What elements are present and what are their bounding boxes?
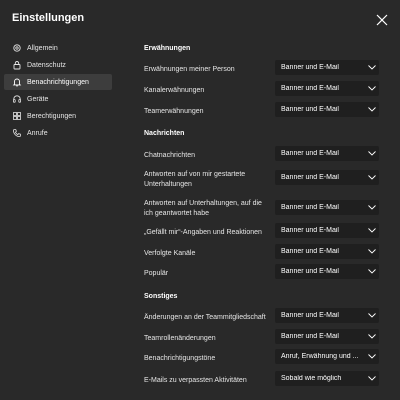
setting-label: Antworten auf Unterhaltungen, auf die ic… xyxy=(144,200,262,217)
dropdown-value: Banner und E-Mail xyxy=(281,227,339,234)
chevron-down-icon xyxy=(365,205,379,210)
lock-icon xyxy=(12,60,22,70)
setting-dropdown[interactable]: Banner und E-Mail xyxy=(275,200,379,215)
sidebar-item-label: Anrufe xyxy=(27,129,48,137)
sidebar-item-berechtigungen[interactable]: Berechtigungen xyxy=(4,108,112,124)
setting-label: Chatnachrichten xyxy=(144,152,195,159)
setting-label: „Gefällt mir“-Angaben und Reaktionen xyxy=(144,229,262,236)
close-icon[interactable] xyxy=(374,12,390,28)
gear-icon xyxy=(12,43,22,53)
section-title-mentions: Erwähnungen xyxy=(144,45,191,52)
chevron-down-icon xyxy=(365,313,379,318)
chevron-down-icon xyxy=(365,175,379,180)
sidebar: Allgemein Datenschutz Benachrichtigungen… xyxy=(4,40,112,142)
setting-dropdown[interactable]: Sobald wie möglich xyxy=(275,371,379,386)
settings-dialog: Einstellungen Allgemein Datenschutz Bena… xyxy=(0,0,400,400)
chevron-down-icon xyxy=(365,334,379,339)
setting-label: Kanalerwähnungen xyxy=(144,87,205,94)
setting-label: Verfolgte Kanäle xyxy=(144,250,196,257)
bell-icon xyxy=(12,77,22,87)
headset-icon xyxy=(12,94,22,104)
dropdown-value: Banner und E-Mail xyxy=(281,174,339,181)
dropdown-value: Banner und E-Mail xyxy=(281,312,339,319)
setting-label: Teamerwähnungen xyxy=(144,108,204,115)
sidebar-item-label: Geräte xyxy=(27,95,49,103)
setting-dropdown[interactable]: Anruf, Erwähnung und ... xyxy=(275,349,379,364)
setting-label: Antworten auf von mir gestartete Unterha… xyxy=(144,171,246,188)
dropdown-value: Banner und E-Mail xyxy=(281,333,339,340)
sidebar-item-label: Berechtigungen xyxy=(27,112,77,120)
chevron-down-icon xyxy=(365,269,379,274)
setting-label: E-Mails zu verpassten Aktivitäten xyxy=(144,377,247,384)
setting-dropdown[interactable]: Banner und E-Mail xyxy=(275,81,379,96)
chevron-down-icon xyxy=(365,86,379,91)
section-title-other: Sonstiges xyxy=(144,293,178,300)
setting-dropdown[interactable]: Banner und E-Mail xyxy=(275,170,379,185)
chevron-down-icon xyxy=(365,107,379,112)
sidebar-item-benachrichtigungen[interactable]: Benachrichtigungen xyxy=(4,74,112,90)
dialog-title: Einstellungen xyxy=(12,12,85,24)
sidebar-item-label: Datenschutz xyxy=(27,61,66,69)
chevron-down-icon xyxy=(365,249,379,254)
dropdown-value: Anruf, Erwähnung und ... xyxy=(281,353,359,360)
setting-label: Populär xyxy=(144,270,169,277)
setting-dropdown[interactable]: Banner und E-Mail xyxy=(275,60,379,75)
setting-dropdown[interactable]: Banner und E-Mail xyxy=(275,244,379,259)
sidebar-item-label: Benachrichtigungen xyxy=(27,78,89,86)
setting-dropdown[interactable]: Banner und E-Mail xyxy=(275,102,379,117)
dropdown-value: Sobald wie möglich xyxy=(281,375,342,382)
chevron-down-icon xyxy=(365,354,379,359)
setting-label: Benachrichtigungstöne xyxy=(144,355,216,362)
grid-icon xyxy=(12,111,22,121)
setting-dropdown[interactable]: Banner und E-Mail xyxy=(275,146,379,161)
sidebar-item-datenschutz[interactable]: Datenschutz xyxy=(4,57,112,73)
setting-dropdown[interactable]: Banner und E-Mail xyxy=(275,264,379,279)
dropdown-value: Banner und E-Mail xyxy=(281,106,339,113)
sidebar-item-allgemein[interactable]: Allgemein xyxy=(4,40,112,56)
setting-dropdown[interactable]: Banner und E-Mail xyxy=(275,329,379,344)
setting-dropdown[interactable]: Banner und E-Mail xyxy=(275,223,379,238)
dropdown-value: Banner und E-Mail xyxy=(281,268,339,275)
section-title-messages: Nachrichten xyxy=(144,130,185,137)
sidebar-item-geraete[interactable]: Geräte xyxy=(4,91,112,107)
setting-dropdown[interactable]: Banner und E-Mail xyxy=(275,308,379,323)
dropdown-value: Banner und E-Mail xyxy=(281,204,339,211)
sidebar-item-label: Allgemein xyxy=(27,44,58,52)
chevron-down-icon xyxy=(365,376,379,381)
dropdown-value: Banner und E-Mail xyxy=(281,85,339,92)
chevron-down-icon xyxy=(365,151,379,156)
setting-label: Änderungen an der Teammitgliedschaft xyxy=(144,314,266,321)
chevron-down-icon xyxy=(365,65,379,70)
dropdown-value: Banner und E-Mail xyxy=(281,64,339,71)
dropdown-value: Banner und E-Mail xyxy=(281,150,339,157)
setting-label: Erwähnungen meiner Person xyxy=(144,66,235,73)
setting-label: Teamrollenänderungen xyxy=(144,335,216,342)
chevron-down-icon xyxy=(365,228,379,233)
dropdown-value: Banner und E-Mail xyxy=(281,248,339,255)
sidebar-item-anrufe[interactable]: Anrufe xyxy=(4,125,112,141)
phone-icon xyxy=(12,128,22,138)
